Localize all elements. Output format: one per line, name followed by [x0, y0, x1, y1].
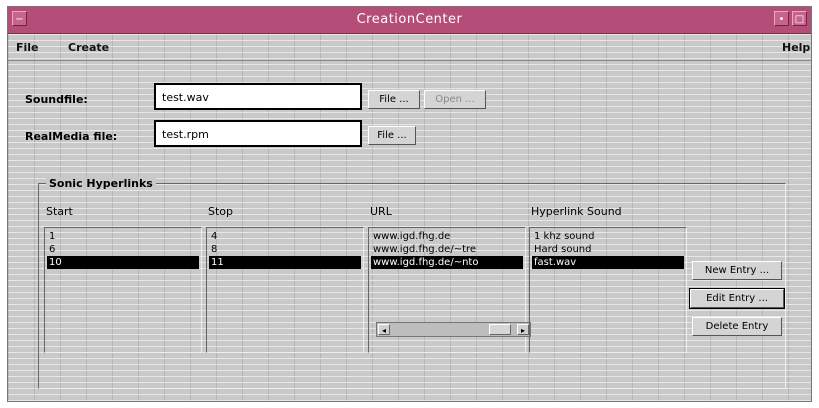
- realmedia-file-button[interactable]: File ...: [368, 126, 416, 145]
- list-item-selected[interactable]: 11: [209, 256, 361, 269]
- list-item-selected[interactable]: 10: [47, 256, 199, 269]
- scroll-right-icon[interactable]: ▸: [517, 324, 529, 335]
- scroll-thumb[interactable]: [489, 324, 511, 335]
- list-item[interactable]: Hard sound: [532, 243, 684, 256]
- url-horizontal-scrollbar[interactable]: ◂ ▸: [376, 322, 531, 337]
- menu-file[interactable]: File: [16, 41, 39, 54]
- column-header-sound: Hyperlink Sound: [531, 205, 622, 218]
- creationcenter-window: − CreationCenter • □ File Create Help So…: [7, 6, 812, 402]
- title-bar[interactable]: − CreationCenter • □: [8, 7, 811, 34]
- list-item[interactable]: 6: [47, 243, 199, 256]
- column-header-stop: Stop: [208, 205, 234, 218]
- column-header-url: URL: [370, 205, 392, 218]
- menu-bar: File Create Help: [8, 34, 811, 61]
- soundfile-file-button[interactable]: File ...: [368, 90, 420, 109]
- list-item-selected[interactable]: www.igd.fhg.de/~nto: [371, 256, 523, 269]
- delete-entry-button[interactable]: Delete Entry: [692, 317, 782, 336]
- start-list[interactable]: 1 6 10: [44, 227, 202, 353]
- soundfile-input[interactable]: test.wav: [154, 83, 362, 110]
- minimize-icon[interactable]: •: [774, 11, 789, 26]
- list-item-selected[interactable]: fast.wav: [532, 256, 684, 269]
- realmedia-input[interactable]: test.rpm: [154, 120, 362, 147]
- list-item[interactable]: 8: [209, 243, 361, 256]
- new-entry-button[interactable]: New Entry ...: [692, 261, 782, 280]
- realmedia-label: RealMedia file:: [25, 130, 118, 143]
- hyperlink-sound-list[interactable]: 1 khz sound Hard sound fast.wav: [529, 227, 687, 353]
- edit-entry-button[interactable]: Edit Entry ...: [689, 288, 785, 309]
- soundfile-open-button[interactable]: Open ...: [424, 90, 486, 109]
- list-item[interactable]: 1: [47, 230, 199, 243]
- scroll-left-icon[interactable]: ◂: [378, 324, 390, 335]
- list-item[interactable]: www.igd.fhg.de: [371, 230, 523, 243]
- list-item[interactable]: 1 khz sound: [532, 230, 684, 243]
- window-title: CreationCenter: [356, 12, 463, 27]
- menu-create[interactable]: Create: [68, 41, 109, 54]
- menu-help[interactable]: Help: [782, 41, 810, 54]
- sonic-hyperlinks-title: Sonic Hyperlinks: [46, 177, 156, 190]
- list-item[interactable]: www.igd.fhg.de/~tre: [371, 243, 523, 256]
- maximize-icon[interactable]: □: [792, 11, 807, 26]
- soundfile-label: Soundfile:: [25, 93, 88, 106]
- list-item[interactable]: 4: [209, 230, 361, 243]
- column-header-start: Start: [46, 205, 73, 218]
- stop-list[interactable]: 4 8 11: [206, 227, 364, 353]
